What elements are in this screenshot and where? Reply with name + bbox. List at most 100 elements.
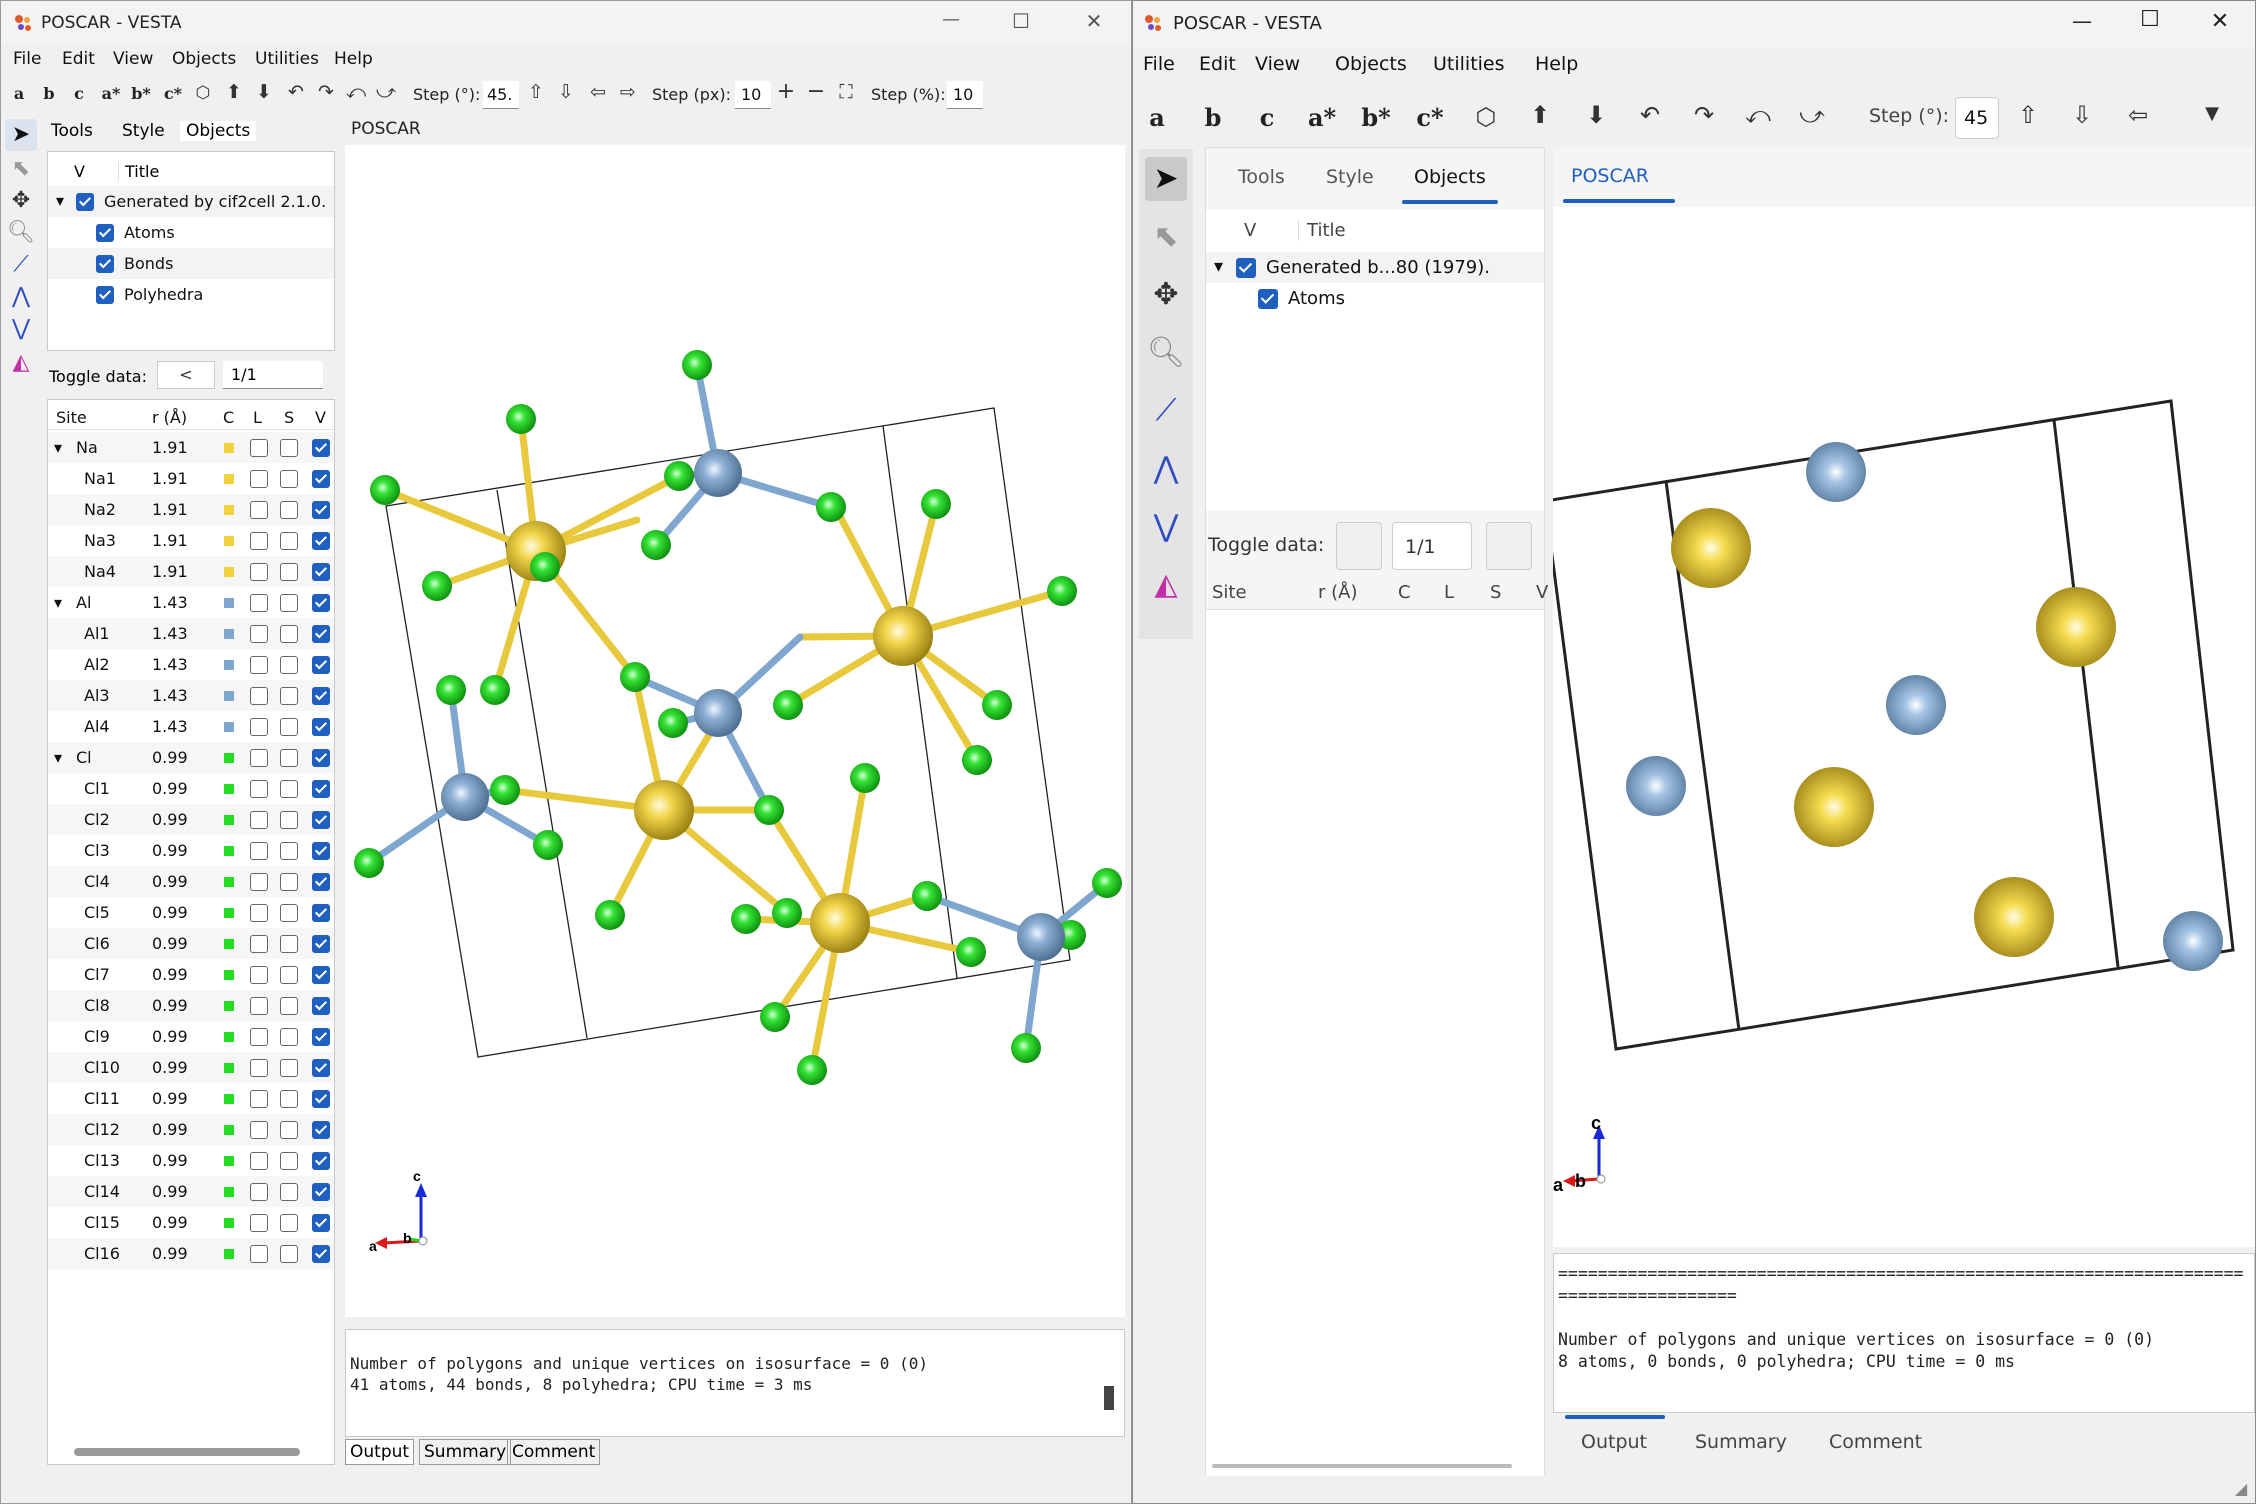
toggle-data-input[interactable]: 1/1: [223, 361, 323, 389]
site-color-swatch[interactable]: [224, 752, 234, 763]
view-b-button[interactable]: b: [1199, 103, 1227, 132]
visibility-checkbox[interactable]: [312, 1213, 330, 1232]
visibility-checkbox[interactable]: [312, 1244, 330, 1263]
label-checkbox[interactable]: [250, 1182, 268, 1201]
label-checkbox[interactable]: [250, 996, 268, 1015]
tab-tools[interactable]: Tools: [1238, 166, 1285, 188]
style-checkbox[interactable]: [280, 1213, 298, 1232]
style-checkbox[interactable]: [280, 1089, 298, 1108]
style-checkbox[interactable]: [280, 531, 298, 550]
view-c-star-button[interactable]: c*: [161, 84, 185, 103]
visibility-checkbox[interactable]: [312, 934, 330, 953]
site-row[interactable]: Na3 1.91: [48, 525, 334, 556]
step-deg-input[interactable]: 45: [1955, 97, 1999, 139]
minimize-icon[interactable]: —: [936, 9, 966, 30]
move-up-icon[interactable]: ⇧: [2013, 101, 2043, 129]
chevron-down-icon[interactable]: ▾: [54, 593, 62, 612]
label-checkbox[interactable]: [250, 531, 268, 550]
rotate-cw-icon[interactable]: ⤻: [375, 81, 397, 103]
style-checkbox[interactable]: [280, 624, 298, 643]
visibility-checkbox[interactable]: [312, 996, 330, 1015]
fit-to-screen-icon[interactable]: ⛶: [835, 81, 857, 103]
style-checkbox[interactable]: [280, 1120, 298, 1139]
menu-edit[interactable]: Edit: [62, 49, 95, 69]
style-checkbox[interactable]: [280, 1244, 298, 1263]
label-checkbox[interactable]: [250, 1089, 268, 1108]
label-checkbox[interactable]: [250, 593, 268, 612]
site-row[interactable]: Cl15 0.99: [48, 1207, 334, 1238]
structure-view[interactable]: c a b: [1543, 207, 2255, 1247]
angle-tool-icon[interactable]: ⋀: [1145, 447, 1187, 491]
label-checkbox[interactable]: [250, 655, 268, 674]
site-color-swatch[interactable]: [224, 566, 234, 577]
plane-tool-icon[interactable]: ◭: [1145, 563, 1187, 607]
tab-output[interactable]: Output: [345, 1439, 415, 1465]
site-row[interactable]: Na4 1.91: [48, 556, 334, 587]
style-checkbox[interactable]: [280, 438, 298, 457]
style-checkbox[interactable]: [280, 1182, 298, 1201]
chevron-down-icon[interactable]: ▾: [1214, 256, 1223, 277]
style-checkbox[interactable]: [280, 872, 298, 891]
label-checkbox[interactable]: [250, 841, 268, 860]
site-color-swatch[interactable]: [224, 1000, 234, 1011]
visibility-checkbox[interactable]: [312, 965, 330, 984]
style-checkbox[interactable]: [280, 500, 298, 519]
visibility-checkbox[interactable]: [312, 469, 330, 488]
style-checkbox[interactable]: [280, 1151, 298, 1170]
rotate-up-icon[interactable]: ⬆: [223, 81, 245, 103]
view-tab-poscar[interactable]: POSCAR: [1571, 165, 1649, 187]
tab-objects[interactable]: Objects: [180, 121, 257, 141]
style-checkbox[interactable]: [280, 996, 298, 1015]
site-row[interactable]: Cl4 0.99: [48, 866, 334, 897]
object-row[interactable]: ▾ Generated by cif2cell 2.1.0.: [48, 186, 334, 217]
maximize-icon[interactable]: ☐: [2135, 7, 2165, 32]
view-a-button[interactable]: a: [1143, 103, 1171, 132]
dihedral-tool-icon[interactable]: ⋁: [5, 313, 37, 345]
visibility-checkbox[interactable]: [312, 1027, 330, 1046]
label-checkbox[interactable]: [250, 748, 268, 767]
menu-objects[interactable]: Objects: [1335, 53, 1407, 75]
visibility-checkbox[interactable]: [1236, 257, 1256, 278]
site-row[interactable]: Na1 1.91: [48, 463, 334, 494]
zoom-out-icon[interactable]: −: [805, 79, 827, 104]
tab-objects[interactable]: Objects: [1414, 166, 1486, 188]
site-color-swatch[interactable]: [224, 1248, 234, 1259]
site-color-swatch[interactable]: [224, 690, 234, 701]
tab-output[interactable]: Output: [1581, 1431, 1647, 1453]
visibility-checkbox[interactable]: [312, 1182, 330, 1201]
menu-edit[interactable]: Edit: [1199, 53, 1236, 75]
label-checkbox[interactable]: [250, 562, 268, 581]
minimize-icon[interactable]: —: [2067, 9, 2097, 33]
site-row[interactable]: Cl8 0.99: [48, 990, 334, 1021]
label-checkbox[interactable]: [250, 1027, 268, 1046]
visibility-checkbox[interactable]: [312, 1151, 330, 1170]
horizontal-scrollbar[interactable]: [74, 1448, 300, 1456]
site-color-swatch[interactable]: [224, 1124, 234, 1135]
object-row[interactable]: Atoms: [1206, 283, 1544, 314]
tab-tools[interactable]: Tools: [51, 121, 93, 141]
view-a-button[interactable]: a: [9, 84, 29, 103]
zoom-in-icon[interactable]: +: [775, 79, 797, 104]
tab-style[interactable]: Style: [122, 121, 165, 141]
view-b-star-button[interactable]: b*: [1359, 103, 1393, 132]
style-checkbox[interactable]: [280, 965, 298, 984]
visibility-checkbox[interactable]: [312, 810, 330, 829]
site-row[interactable]: Na2 1.91: [48, 494, 334, 525]
polyhedron-view-icon[interactable]: ⬡: [192, 83, 214, 103]
menu-view[interactable]: View: [1255, 53, 1300, 75]
label-checkbox[interactable]: [250, 1058, 268, 1077]
menu-file[interactable]: File: [13, 49, 41, 69]
select-region-icon[interactable]: ⬉: [1145, 215, 1187, 259]
move-left-icon[interactable]: ⇦: [587, 81, 609, 103]
move-right-icon[interactable]: ⇨: [617, 81, 639, 103]
view-a-star-button[interactable]: a*: [99, 84, 123, 103]
step-pct-input[interactable]: 10: [947, 81, 983, 109]
style-checkbox[interactable]: [280, 686, 298, 705]
toggle-data-input[interactable]: 1/1: [1392, 522, 1472, 570]
visibility-checkbox[interactable]: [312, 655, 330, 674]
visibility-checkbox[interactable]: [312, 1058, 330, 1077]
style-checkbox[interactable]: [280, 903, 298, 922]
visibility-checkbox[interactable]: [96, 223, 114, 242]
label-checkbox[interactable]: [250, 500, 268, 519]
menu-help[interactable]: Help: [334, 49, 373, 69]
